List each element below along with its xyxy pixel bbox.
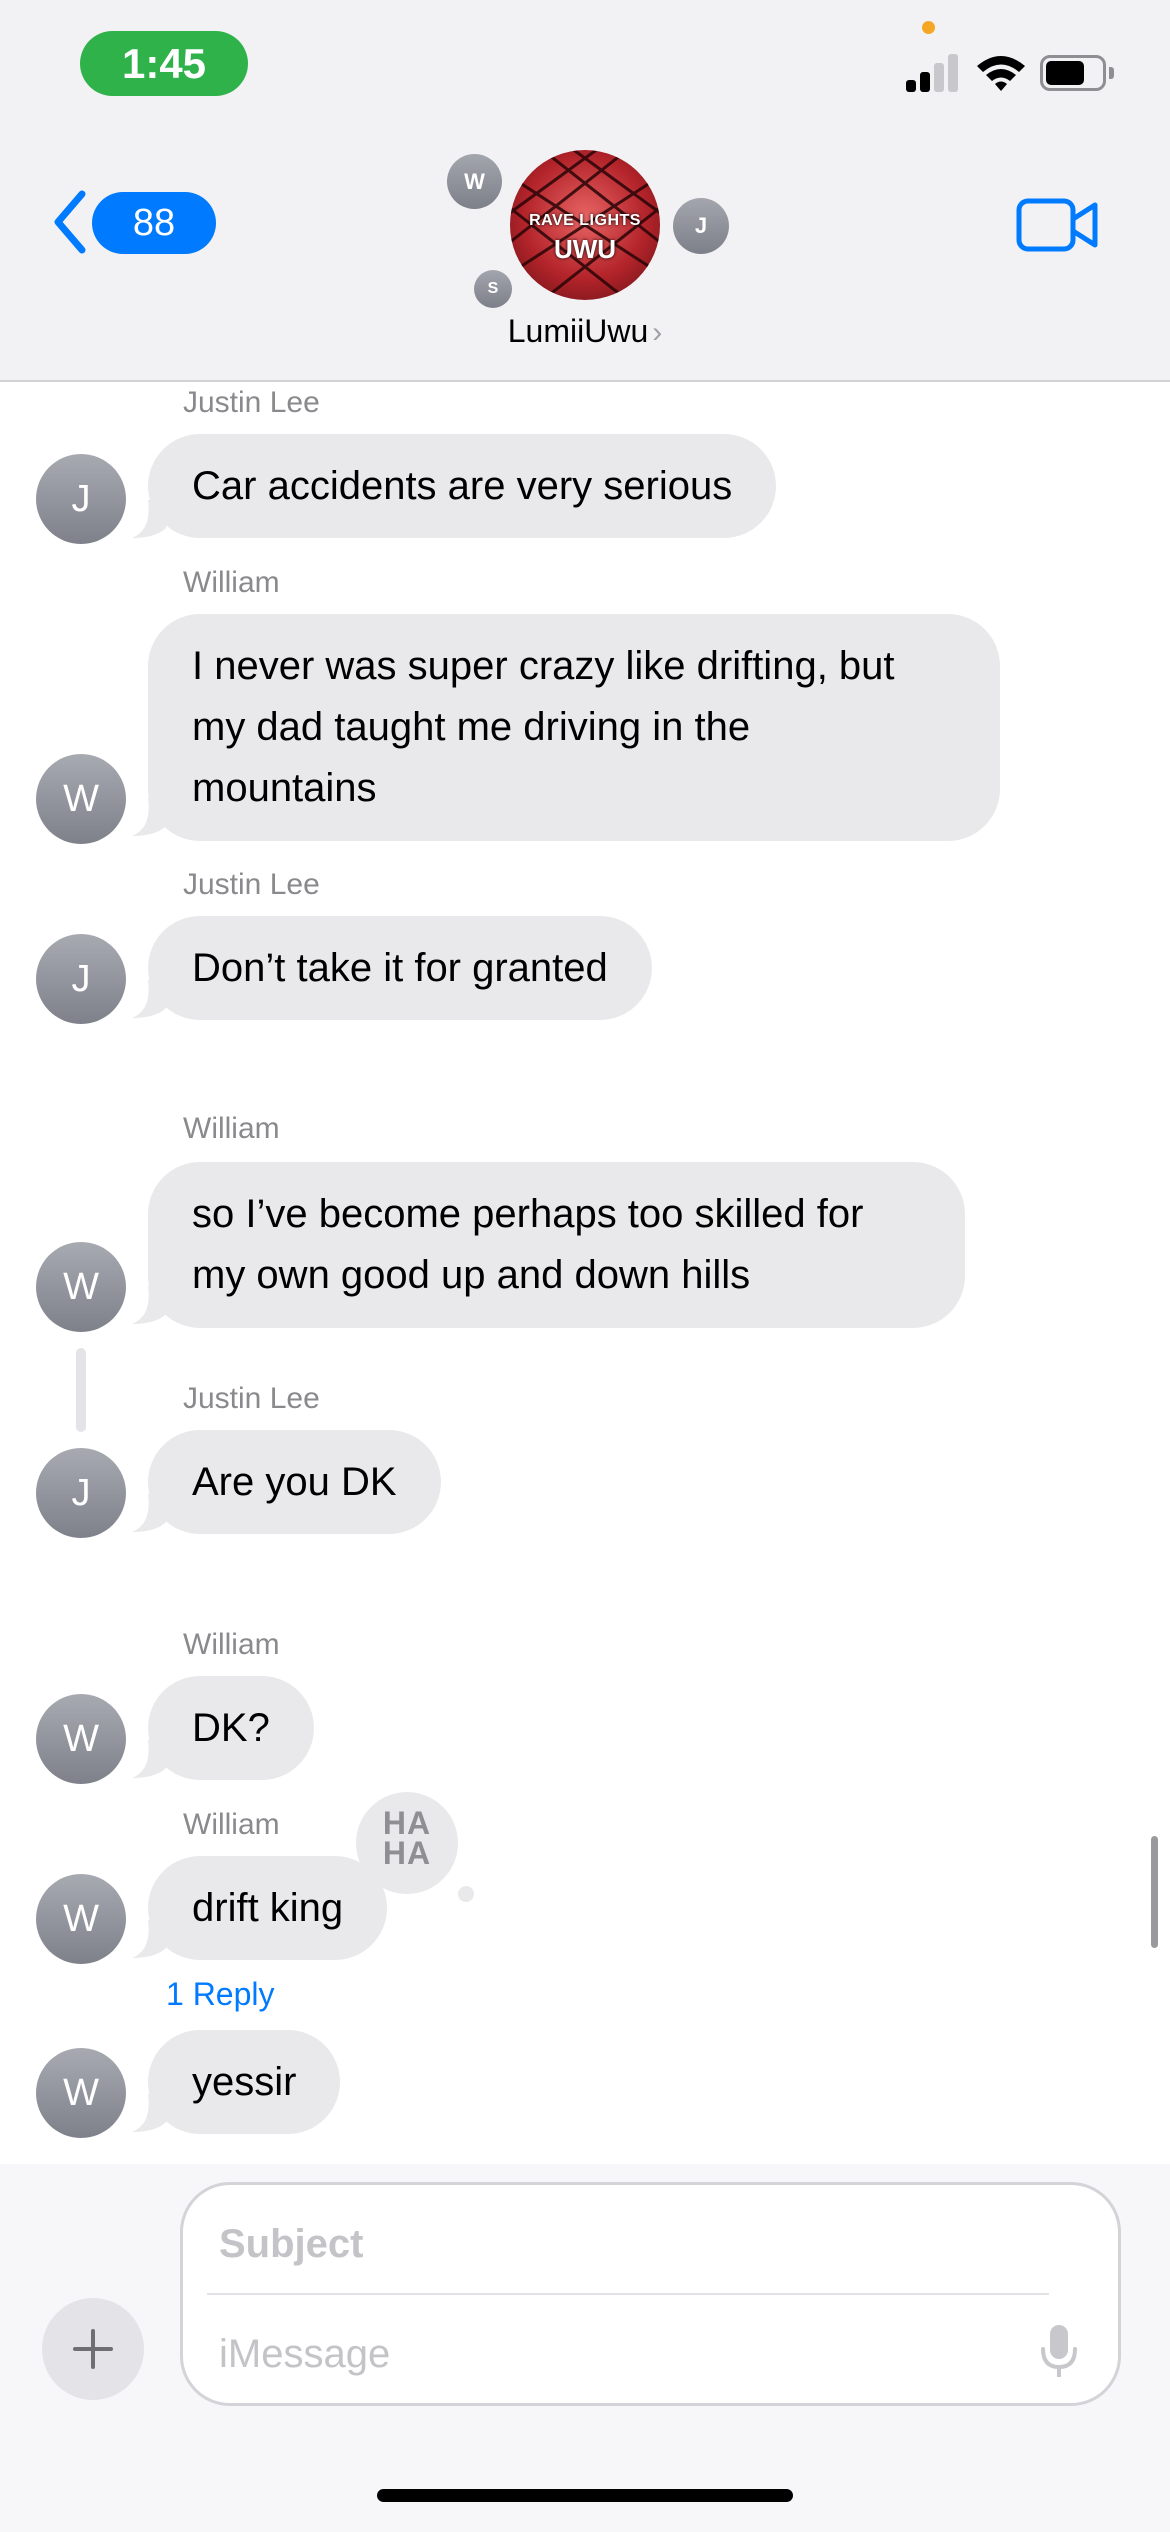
message-line: I never was super crazy like drifting, b…: [192, 644, 895, 688]
message-composer: Subject iMessage: [0, 2164, 1170, 2532]
sender-name: Justin Lee: [183, 1382, 320, 1415]
member-avatar-w[interactable]: W: [447, 154, 502, 209]
status-time[interactable]: 1:45: [80, 31, 248, 96]
group-avatar[interactable]: RAVE LIGHTS UWU: [510, 150, 660, 300]
avatar[interactable]: W: [36, 1874, 126, 1964]
member-avatar-s[interactable]: S: [474, 270, 512, 308]
sender-name: William: [183, 1112, 280, 1145]
message-bubble[interactable]: I never was super crazy like drifting, b…: [148, 614, 1000, 841]
chevron-left-icon: [54, 190, 86, 254]
message-bubble[interactable]: DK?: [148, 1676, 314, 1780]
message-bubble[interactable]: Don’t take it for granted: [148, 916, 652, 1020]
message-bubble[interactable]: Are you DK: [148, 1430, 441, 1534]
sender-name: William: [183, 1628, 280, 1661]
avatar-logo-text: RAVE LIGHTS: [529, 212, 641, 229]
haha-tapback-icon[interactable]: HA HA: [356, 1792, 458, 1894]
sender-name: Justin Lee: [183, 868, 320, 901]
sender-name: Justin Lee: [183, 386, 320, 419]
message-bubble[interactable]: so I’ve become perhaps too skilled for m…: [148, 1162, 965, 1328]
plus-icon[interactable]: [42, 2298, 144, 2400]
avatar[interactable]: J: [36, 454, 126, 544]
sender-name: William: [183, 566, 280, 599]
avatar[interactable]: J: [36, 1448, 126, 1538]
message-bubble[interactable]: drift king: [148, 1856, 388, 1960]
cellular-signal-icon: [906, 52, 960, 92]
avatar[interactable]: J: [36, 934, 126, 1024]
message-bubble[interactable]: yessir: [148, 2030, 341, 2134]
message-line: mountains: [192, 766, 377, 810]
message-line: so I’ve become perhaps too skilled for: [192, 1192, 864, 1236]
imessage-input[interactable]: iMessage: [219, 2319, 999, 2389]
avatar[interactable]: W: [36, 754, 126, 844]
group-name: LumiiUwu: [507, 313, 649, 349]
member-avatar-j[interactable]: J: [673, 198, 729, 254]
scrollbar[interactable]: [1151, 1836, 1158, 1948]
sender-name: William: [183, 1808, 280, 1841]
status-bar: 1:45: [0, 0, 1170, 130]
haha-text: HA HA: [382, 1805, 432, 1871]
subject-input[interactable]: Subject: [219, 2209, 1059, 2279]
back-button[interactable]: 88: [44, 182, 216, 262]
group-name-button[interactable]: LumiiUwu ›: [0, 313, 1170, 350]
privacy-indicator-dot: [922, 21, 935, 34]
conversation-header: 88 W RAVE LIGHTS UWU J S LumiiUwu ›: [0, 130, 1170, 382]
home-indicator[interactable]: [377, 2489, 793, 2502]
avatar[interactable]: W: [36, 1694, 126, 1784]
unread-count-badge: 88: [92, 192, 216, 254]
message-bubble[interactable]: Car accidents are very serious: [148, 434, 777, 538]
wifi-icon: [977, 56, 1025, 91]
message-thread[interactable]: Justin Lee J Car accidents are very seri…: [0, 384, 1170, 2164]
avatar-logo-subtext: UWU: [553, 234, 617, 264]
divider: [207, 2293, 1049, 2295]
compose-box[interactable]: Subject iMessage: [180, 2182, 1121, 2406]
microphone-icon[interactable]: [1039, 2323, 1079, 2381]
message-line: my dad taught me driving in the: [192, 705, 751, 749]
reply-count-link[interactable]: 1 Reply: [166, 1976, 275, 2013]
chevron-right-icon: ›: [652, 316, 663, 349]
video-camera-icon[interactable]: [1016, 197, 1098, 253]
tapback-tail: [458, 1886, 474, 1902]
battery-icon: [1040, 55, 1114, 91]
reply-thread-line: [76, 1348, 86, 1432]
message-line: my own good up and down hills: [192, 1253, 751, 1297]
avatar[interactable]: W: [36, 2048, 126, 2138]
avatar[interactable]: W: [36, 1242, 126, 1332]
